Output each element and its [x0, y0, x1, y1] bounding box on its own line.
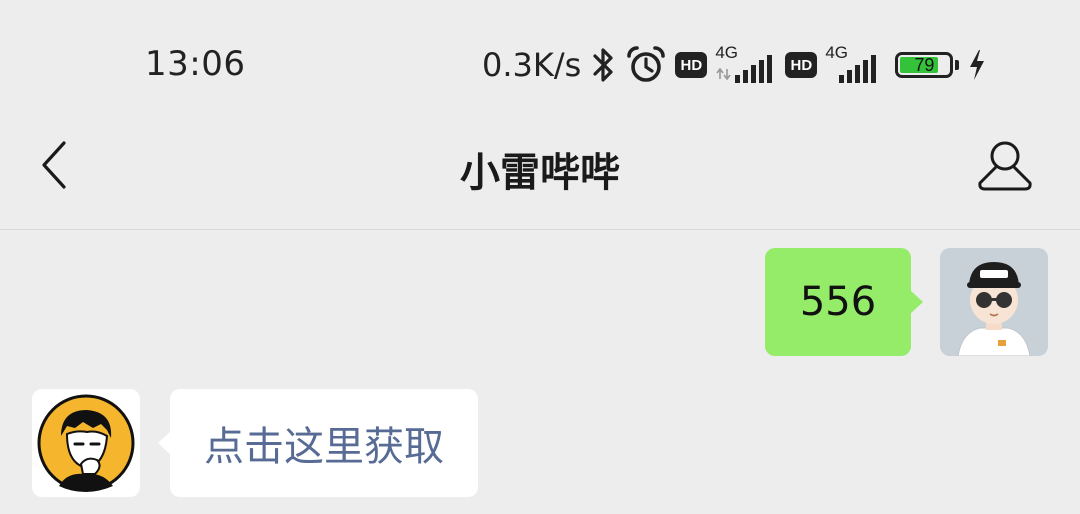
battery-indicator: 79: [895, 52, 960, 78]
battery-level: 79: [914, 54, 935, 75]
charging-icon: [967, 47, 987, 83]
status-bar: 13:06 0.3K/s HD 4G HD 4G 79: [0, 0, 1080, 120]
chat-title: 小雷哔哔: [460, 150, 620, 196]
incoming-message-text: 点击这里获取: [204, 424, 444, 470]
bluetooth-icon: [591, 45, 617, 85]
signal-sim1: 4G: [715, 43, 777, 85]
chat-header: 小雷哔哔: [0, 120, 1080, 230]
network-type-sim1: 4G: [715, 43, 739, 62]
my-avatar[interactable]: [940, 248, 1048, 356]
hd-badge-sim1: HD: [675, 52, 708, 78]
signal-sim2: 4G: [825, 43, 887, 85]
status-time: 13:06: [145, 44, 246, 84]
network-type-sim2: 4G: [825, 43, 849, 62]
incoming-message-link[interactable]: 点击这里获取: [158, 389, 478, 497]
chat-info-button[interactable]: [970, 136, 1040, 196]
outgoing-message-text: 556: [799, 279, 877, 325]
battery-cap: [955, 60, 960, 70]
alarm-icon: [625, 44, 667, 86]
avatar-image: [37, 394, 135, 492]
contact-avatar[interactable]: [32, 389, 140, 497]
hd-badge-sim2: HD: [785, 52, 818, 78]
avatar-image: [940, 248, 1048, 356]
outgoing-message-bubble[interactable]: 556: [765, 248, 923, 356]
status-icons: 0.3K/s HD 4G HD 4G 79: [482, 40, 987, 90]
battery-icon: 79: [895, 52, 954, 78]
chat-screen: 13:06 0.3K/s HD 4G HD 4G 79 小雷哔哔 556 点击这…: [0, 0, 1080, 514]
network-speed: 0.3K/s: [482, 46, 582, 84]
person-icon: [978, 141, 1032, 191]
